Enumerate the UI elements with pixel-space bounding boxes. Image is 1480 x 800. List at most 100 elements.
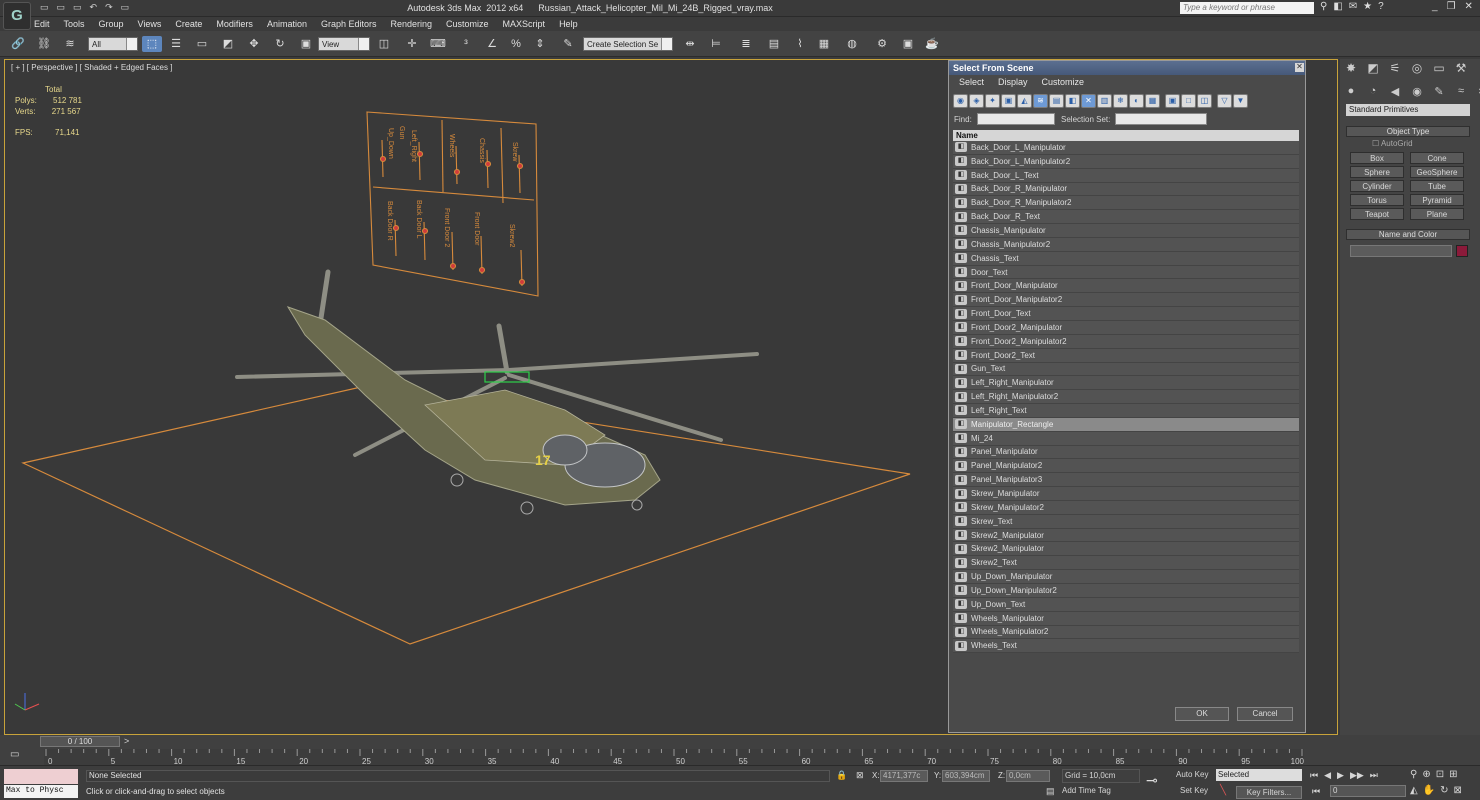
close-icon[interactable]: ✕ — [1295, 63, 1304, 72]
lock-icon[interactable]: 🔒 — [836, 770, 847, 781]
key-selection-dropdown[interactable]: Selected — [1216, 769, 1302, 781]
name-column-header[interactable]: Name — [953, 130, 1299, 141]
graphite-ribbon-icon[interactable]: ▤ — [764, 36, 784, 52]
list-item[interactable]: ◧ Panel_Manipulator — [953, 445, 1299, 460]
select-all-icon[interactable]: ▣ — [1165, 94, 1180, 108]
sphere-button[interactable]: Sphere — [1350, 166, 1404, 178]
motion-tab-icon[interactable]: ◎ — [1408, 61, 1426, 75]
name-color-rollout[interactable]: Name and Color — [1346, 229, 1470, 240]
auto-key-button[interactable]: Auto Key — [1176, 770, 1208, 779]
window-crossing-icon[interactable]: ◩ — [218, 36, 238, 52]
find-input[interactable] — [977, 113, 1055, 125]
time-tag-icon[interactable]: ▤ — [1046, 786, 1055, 797]
shapes-icon[interactable]: ◔ — [1364, 85, 1382, 98]
list-item[interactable]: ◧ Panel_Manipulator2 — [953, 459, 1299, 474]
list-item[interactable]: ◧ Chassis_Manipulator2 — [953, 237, 1299, 252]
object-type-rollout[interactable]: Object Type — [1346, 126, 1470, 137]
object-list[interactable]: ◧ Back_Door_L_Manipulator ◧ Back_Door_L_Man… — [953, 141, 1299, 653]
time-slider[interactable]: 0 / 100 — [40, 736, 120, 747]
list-item[interactable]: ◧ Back_Door_R_Manipulator2 — [953, 196, 1299, 211]
list-item[interactable]: ◧ Up_Down_Text — [953, 597, 1299, 612]
list-item[interactable]: ◧ Wheels_Manipulator — [953, 611, 1299, 626]
favorites-icon[interactable]: ★ — [1363, 1, 1372, 12]
display-cameras-icon[interactable]: ▣ — [1001, 94, 1016, 108]
geosphere-button[interactable]: GeoSphere — [1410, 166, 1464, 178]
box-button[interactable]: Box — [1350, 152, 1404, 164]
menu-rendering[interactable]: Rendering — [391, 17, 433, 31]
render-production-icon[interactable]: ☕ — [922, 36, 942, 52]
z-coordinate[interactable]: 0,0cm — [1006, 770, 1050, 782]
menu-animation[interactable]: Animation — [267, 17, 307, 31]
display-lights-icon[interactable]: ✦ — [985, 94, 1000, 108]
help-icon[interactable]: ? — [1378, 1, 1384, 12]
zoom-extents-icon[interactable]: ⊡ — [1436, 769, 1444, 780]
list-item[interactable]: ◧ Door_Text — [953, 265, 1299, 280]
display-xrefs-icon[interactable]: ◧ — [1065, 94, 1080, 108]
menu-group[interactable]: Group — [99, 17, 124, 31]
systems-icon[interactable]: ✱ — [1474, 85, 1480, 98]
spacewarps-icon[interactable]: ≈ — [1452, 85, 1470, 98]
filter-icon[interactable]: ▽ — [1217, 94, 1232, 108]
selection-filter-dropdown[interactable]: All — [88, 37, 138, 51]
cylinder-button[interactable]: Cylinder — [1350, 180, 1404, 192]
list-item[interactable]: ◧ Chassis_Text — [953, 251, 1299, 266]
reference-coordinate-dropdown[interactable]: View — [318, 37, 370, 51]
menu-edit[interactable]: Edit — [34, 17, 50, 31]
rendered-frame-icon[interactable]: ▣ — [898, 36, 918, 52]
keyboard-shortcut-icon[interactable]: ⌨ — [428, 36, 448, 52]
select-invert-icon[interactable]: ◫ — [1197, 94, 1212, 108]
list-item[interactable]: ◧ Skrew_Manipulator2 — [953, 500, 1299, 515]
display-shapes-icon[interactable]: ◈ — [969, 94, 984, 108]
display-containers-icon[interactable]: ▥ — [1097, 94, 1112, 108]
current-frame-input[interactable]: 0 — [1330, 785, 1406, 797]
key-mode-toggle-icon[interactable]: ⏮ — [1312, 786, 1320, 797]
list-item[interactable]: ◧ Front_Door_Text — [953, 307, 1299, 321]
close-icon[interactable]: ✕ — [1465, 1, 1473, 12]
layer-manager-icon[interactable]: ≣ — [736, 36, 756, 52]
create-tab-icon[interactable]: ✸ — [1342, 61, 1360, 75]
zoom-all-icon[interactable]: ⊕ — [1422, 769, 1430, 780]
list-item[interactable]: ◧ Skrew2_Text — [953, 556, 1299, 571]
set-key-icon[interactable]: ⊸ — [1146, 772, 1158, 789]
named-selection-dropdown[interactable]: Create Selection Se — [583, 37, 673, 51]
torus-button[interactable]: Torus — [1350, 194, 1404, 206]
curve-editor-icon[interactable]: ⌇ — [790, 36, 810, 52]
menu-help[interactable]: Help — [559, 17, 578, 31]
select-object-icon[interactable]: ⬚ — [142, 36, 162, 52]
scale-icon[interactable]: ▣ — [296, 36, 316, 52]
list-item[interactable]: ◧ Front_Door_Manipulator2 — [953, 293, 1299, 308]
application-menu-button[interactable]: G — [3, 2, 31, 30]
maxscript-input[interactable]: Max to Physc — [4, 785, 78, 798]
maxscript-listener-mini[interactable] — [4, 769, 78, 784]
list-item[interactable]: ◧ Chassis_Manipulator — [953, 224, 1299, 238]
display-bones-icon[interactable]: ✕ — [1081, 94, 1096, 108]
display-spacewarps-icon[interactable]: ≋ — [1033, 94, 1048, 108]
maximize-viewport-icon[interactable]: ⊠ — [1454, 785, 1462, 796]
display-hidden-icon[interactable]: ◐ — [1129, 94, 1144, 108]
go-to-start-icon[interactable]: ⏮ — [1310, 770, 1318, 781]
list-item[interactable]: ◧ Panel_Manipulator3 — [953, 473, 1299, 488]
zoom-icon[interactable]: ⚲ — [1410, 769, 1417, 780]
pyramid-button[interactable]: Pyramid — [1410, 194, 1464, 206]
list-item[interactable]: ◧ Skrew_Text — [953, 514, 1299, 529]
dialog-menu-customize[interactable]: Customize — [1042, 77, 1085, 87]
move-icon[interactable]: ✥ — [244, 36, 264, 52]
utilities-tab-icon[interactable]: ⚒ — [1452, 61, 1470, 75]
menu-customize[interactable]: Customize — [446, 17, 489, 31]
menu-views[interactable]: Views — [138, 17, 162, 31]
next-frame-icon[interactable]: ▶▶ — [1350, 770, 1364, 781]
filter-options-icon[interactable]: ▼ — [1233, 94, 1248, 108]
display-tab-icon[interactable]: ▭ — [1430, 61, 1448, 75]
list-item[interactable]: ◧ Back_Door_R_Text — [953, 210, 1299, 225]
bind-space-warp-icon[interactable]: ≋ — [60, 36, 80, 52]
dialog-title[interactable]: Select From Scene — [949, 61, 1305, 75]
list-item[interactable]: ◧ Mi_24 — [953, 431, 1299, 446]
go-to-end-icon[interactable]: ⏭ — [1370, 770, 1378, 781]
search-icon[interactable]: ⚲ — [1320, 1, 1327, 12]
hierarchy-tab-icon[interactable]: ⚟ — [1386, 61, 1404, 75]
list-item[interactable]: ◧ Left_Right_Text — [953, 404, 1299, 418]
teapot-button[interactable]: Teapot — [1350, 208, 1404, 220]
ok-button[interactable]: OK — [1175, 707, 1229, 721]
autogrid-checkbox[interactable]: ☐ AutoGrid — [1372, 139, 1413, 148]
render-setup-icon[interactable]: ⚙ — [872, 36, 892, 52]
